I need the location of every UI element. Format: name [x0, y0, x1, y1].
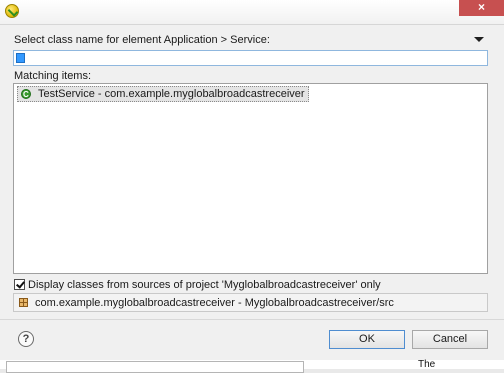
project-sources-only-checkbox[interactable]	[14, 279, 25, 290]
project-sources-only-label: Display classes from sources of project …	[28, 279, 381, 291]
matching-items-list[interactable]: TestService - com.example.myglobalbroadc…	[13, 83, 488, 274]
view-menu-dropdown-icon[interactable]	[474, 37, 484, 42]
ok-button[interactable]: OK	[329, 330, 405, 349]
button-bar-separator	[0, 319, 504, 320]
help-icon[interactable]: ?	[18, 331, 34, 347]
class-icon	[21, 88, 31, 102]
title-bar: ×	[0, 0, 504, 25]
background-partial-text: The	[418, 359, 436, 370]
package-location-text: com.example.myglobalbroadcastreceiver - …	[35, 297, 394, 309]
dialog-client-area: Select class name for element Applicatio…	[0, 25, 504, 360]
background-window-strip: The	[0, 359, 504, 373]
list-item-label: TestService - com.example.myglobalbroadc…	[38, 88, 305, 100]
filter-text-selection	[16, 53, 25, 63]
dialog-prompt: Select class name for element Applicatio…	[14, 34, 270, 46]
cancel-button[interactable]: Cancel	[412, 330, 488, 349]
class-filter-input[interactable]	[13, 50, 488, 66]
eclipse-app-icon	[5, 4, 19, 18]
list-item[interactable]: TestService - com.example.myglobalbroadc…	[17, 86, 309, 102]
package-icon	[19, 298, 28, 307]
close-button[interactable]: ×	[459, 0, 504, 16]
package-location-field: com.example.myglobalbroadcastreceiver - …	[13, 293, 488, 312]
background-text-field	[6, 361, 304, 373]
matching-items-label: Matching items:	[14, 70, 92, 82]
